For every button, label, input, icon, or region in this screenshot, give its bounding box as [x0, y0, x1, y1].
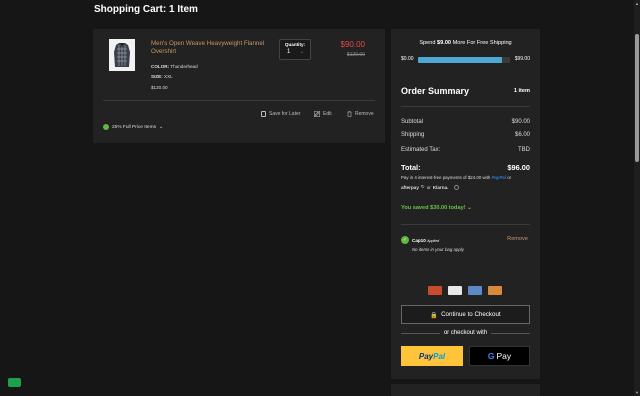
divider — [401, 106, 530, 107]
product-name-link[interactable]: Men's Open Weave Heavyweight Flannel Ove… — [151, 40, 271, 56]
order-summary-panel: Spend $9.00 More For Free Shipping $0.00… — [391, 29, 540, 379]
scroll-up-icon[interactable]: ▲ — [635, 1, 639, 6]
remove-label: Remove — [355, 111, 374, 117]
amex-icon — [468, 286, 482, 295]
google-pay-button[interactable]: G Pay — [469, 346, 530, 366]
bnpl-options: afterpay ↻ or Klarna. — [401, 184, 460, 190]
scroll-thumb[interactable] — [635, 34, 639, 162]
chevron-down-icon: ⌄ — [159, 124, 164, 130]
remove-coupon-link[interactable]: Remove — [507, 236, 528, 242]
progress-min-label: $0.00 — [401, 56, 414, 62]
cart-panel: Men's Open Weave Heavyweight Flannel Ove… — [93, 29, 385, 143]
info-icon[interactable] — [454, 184, 460, 190]
trash-icon — [347, 111, 352, 117]
save-for-later-button[interactable]: Save for Later — [261, 111, 300, 117]
visa-icon — [448, 286, 462, 295]
checkout-label: Continue to Checkout — [441, 311, 501, 318]
installments-message: Pay in 4 interest-free payments of $24.0… — [401, 175, 512, 180]
quantity-label: Quantity: — [284, 42, 306, 47]
edit-icon — [314, 111, 320, 117]
product-unit-price: $120.00 — [151, 85, 168, 90]
payment-card-icons — [428, 286, 502, 295]
chevron-down-icon: ⌄ — [467, 205, 472, 211]
divider — [401, 224, 530, 225]
check-icon — [103, 124, 109, 130]
page-title: Shopping Cart: 1 Item — [94, 4, 198, 15]
divider — [103, 100, 375, 101]
coupon-note: No items in your bag apply — [412, 247, 464, 252]
quantity-value: 1 — [287, 49, 291, 55]
product-color: COLOR: Thunderhead — [151, 64, 198, 69]
progress-fill — [418, 57, 502, 63]
chat-icon[interactable] — [8, 378, 21, 387]
promo-label: 25% Full Price Items — [112, 124, 156, 130]
klarna-logo[interactable]: Klarna. — [433, 185, 449, 190]
savings-dropdown[interactable]: You saved $30.00 today! ⌄ — [401, 205, 472, 211]
paypal-label-a: Pay — [418, 351, 434, 361]
order-item-count: 1 item — [513, 88, 530, 94]
paypal-label-b: Pal — [433, 351, 446, 361]
total-row: Total: $96.00 — [401, 163, 530, 172]
quantity-select[interactable]: Quantity: 1 ⌄ — [279, 39, 311, 60]
shipping-row: Shipping $6.00 — [401, 132, 530, 138]
free-shipping-progress — [418, 57, 510, 63]
original-price: $120.00 — [346, 52, 365, 58]
promo-dropdown[interactable]: 25% Full Price Items ⌄ — [103, 124, 163, 130]
afterpay-icon: ↻ — [420, 184, 425, 189]
afterpay-logo[interactable]: afterpay — [401, 185, 419, 190]
page-scrollbar[interactable]: ▲ ▼ — [634, 0, 640, 396]
free-shipping-message: Spend $9.00 More For Free Shipping — [419, 40, 512, 46]
paypal-checkout-button[interactable]: Pay Pal — [401, 346, 463, 366]
tax-row: Estimated Tax: TBD — [401, 147, 530, 153]
save-for-later-label: Save for Later — [269, 111, 301, 117]
gpay-label: Pay — [496, 351, 512, 361]
product-size: SIZE: XXL — [151, 74, 173, 79]
paypal-logo[interactable]: PayPal — [492, 175, 506, 180]
chevron-down-icon: ⌄ — [299, 49, 304, 55]
lock-icon: 🔒 — [430, 311, 439, 319]
check-icon: ✓ — [401, 236, 409, 244]
edit-button[interactable]: Edit — [314, 111, 332, 117]
continue-to-checkout-button[interactable]: 🔒 Continue to Checkout — [401, 305, 530, 324]
coupon-code: Cap10 Applied — [412, 238, 440, 243]
sale-price: $90.00 — [340, 40, 365, 49]
or-checkout-divider: or checkout with — [401, 330, 531, 336]
product-image[interactable] — [109, 39, 135, 71]
bookmark-icon — [261, 111, 266, 117]
remove-item-button[interactable]: Remove — [347, 111, 374, 117]
next-panel — [391, 384, 540, 396]
discover-icon — [488, 286, 502, 295]
google-logo-icon: G — [487, 351, 495, 361]
order-summary-title: Order Summary — [401, 86, 470, 96]
edit-label: Edit — [323, 111, 332, 117]
mastercard-icon — [428, 286, 442, 295]
progress-max-label: $99.00 — [514, 56, 530, 62]
subtotal-row: Subtotal $90.00 — [401, 119, 530, 125]
scroll-down-icon[interactable]: ▼ — [635, 390, 639, 395]
